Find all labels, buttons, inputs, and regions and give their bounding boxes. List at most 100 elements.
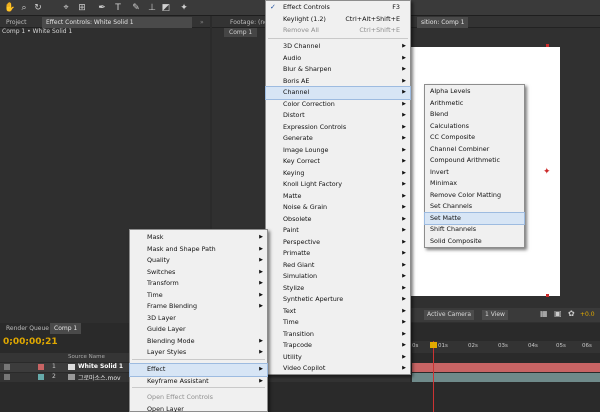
stamp-icon[interactable]: ⊥ [146, 2, 158, 14]
hand-icon[interactable]: ✋ [4, 2, 16, 14]
menu-item-layer-styles[interactable]: Layer Styles ▶ [130, 347, 267, 359]
menu-item-key-correct[interactable]: Key Correct ▶ [266, 156, 410, 168]
visibility-icon[interactable] [4, 364, 10, 370]
menu-item-distort[interactable]: Distort ▶ [266, 110, 410, 122]
menu-item-time[interactable]: Time ▶ [266, 317, 410, 329]
pan-icon[interactable]: ⊞ [76, 2, 88, 14]
menu-item-synthetic-aperture[interactable]: Synthetic Aperture ▶ [266, 294, 410, 306]
menu-item-frame-blending[interactable]: Frame Blending ▶ [130, 301, 267, 313]
menu-item-keylight[interactable]: Keylight (1.2) Ctrl+Alt+Shift+E [266, 14, 410, 26]
playhead[interactable] [433, 341, 434, 412]
menu-item-set-channels[interactable]: Set Channels [425, 201, 524, 213]
menu-item-solid-composite[interactable]: Solid Composite [425, 236, 524, 248]
menu-item-channel[interactable]: Channel ▶ [265, 86, 411, 100]
menu-item-shift-channels[interactable]: Shift Channels [425, 224, 524, 236]
playhead-handle[interactable] [430, 342, 437, 348]
menu-item-calculations[interactable]: Calculations [425, 121, 524, 133]
panel-menu-icon[interactable]: » [196, 17, 208, 28]
menu-item-expression-controls[interactable]: Expression Controls ▶ [266, 122, 410, 134]
menu-item-open-layer[interactable]: Open Layer [130, 404, 267, 412]
tab-render-queue[interactable]: Render Queue [2, 323, 53, 334]
menu-item-channel-combiner[interactable]: Channel Combiner [425, 144, 524, 156]
menu-item-paint[interactable]: Paint ▶ [266, 225, 410, 237]
menu-item-utility[interactable]: Utility ▶ [266, 352, 410, 364]
submenu-arrow-icon: ▶ [259, 291, 263, 298]
menu-item-minimax[interactable]: Minimax [425, 178, 524, 190]
menu-item-audio[interactable]: Audio ▶ [266, 53, 410, 65]
zoom-icon[interactable]: ⌕ [18, 2, 30, 14]
menu-item-primatte[interactable]: Primatte ▶ [266, 248, 410, 260]
menu-item-red-giant[interactable]: Red Giant ▶ [266, 260, 410, 272]
views-dropdown[interactable]: 1 View [482, 310, 508, 320]
brush-icon[interactable]: ✎ [130, 2, 142, 14]
rotate-icon[interactable]: ↻ [32, 2, 44, 14]
menu-item-3d-layer[interactable]: 3D Layer [130, 313, 267, 325]
menu-item-compound-arithmetic[interactable]: Compound Arithmetic [425, 155, 524, 167]
tab-comp-1[interactable]: Comp 1 [50, 323, 82, 334]
exposure-icon[interactable]: ✿ [568, 309, 575, 318]
submenu-arrow-icon: ▶ [402, 307, 406, 314]
menu-item-arithmetic[interactable]: Arithmetic [425, 98, 524, 110]
menu-item-boris-ae[interactable]: Boris AE ▶ [266, 76, 410, 88]
menu-item-set-matte[interactable]: Set Matte [424, 211, 525, 225]
eraser-icon[interactable]: ◩ [160, 2, 172, 14]
layer-name[interactable]: White Solid 1 [78, 363, 123, 370]
menu-item-generate[interactable]: Generate ▶ [266, 133, 410, 145]
menu-item-time[interactable]: Time ▶ [130, 290, 267, 302]
pen-icon[interactable]: ✒ [96, 2, 108, 14]
label-color-swatch[interactable] [38, 364, 44, 370]
menu-item-transition[interactable]: Transition ▶ [266, 329, 410, 341]
menu-item-invert[interactable]: Invert [425, 167, 524, 179]
menu-item-blending-mode[interactable]: Blending Mode ▶ [130, 336, 267, 348]
tab-effect-controls[interactable]: Effect Controls: White Solid 1 [42, 17, 192, 28]
menu-item-transform[interactable]: Transform ▶ [130, 278, 267, 290]
camera-icon[interactable]: ⌖ [60, 2, 72, 14]
time-ruler[interactable]: 0s 01s 02s 03s 04s 05s 06s [412, 341, 600, 353]
menu-item-knoll-light-factory[interactable]: Knoll Light Factory ▶ [266, 179, 410, 191]
menu-item-keyframe-assistant[interactable]: Keyframe Assistant ▶ [130, 376, 267, 388]
label-color-swatch[interactable] [38, 374, 44, 380]
menu-item-perspective[interactable]: Perspective ▶ [266, 237, 410, 249]
submenu-arrow-icon: ▶ [402, 43, 406, 49]
menu-item-open-effect-controls[interactable]: Open Effect Controls [130, 392, 267, 404]
menu-item-3d-channel[interactable]: 3D Channel ▶ [266, 41, 410, 53]
menu-item-stylize[interactable]: Stylize ▶ [266, 283, 410, 295]
layer-duration-bar[interactable] [412, 363, 600, 372]
visibility-icon[interactable] [4, 374, 10, 380]
menu-item-obsolete[interactable]: Obsolete ▶ [266, 214, 410, 226]
exposure-value[interactable]: +0.0 [580, 311, 595, 318]
menu-item-simulation[interactable]: Simulation ▶ [266, 271, 410, 283]
menu-item-blend[interactable]: Blend [425, 109, 524, 121]
menu-item-quality[interactable]: Quality ▶ [130, 255, 267, 267]
menu-item-video-copilot[interactable]: Video Copilot ▶ [266, 363, 410, 375]
menu-item-color-correction[interactable]: Color Correction ▶ [266, 99, 410, 111]
menu-item-image-lounge[interactable]: Image Lounge ▶ [266, 145, 410, 157]
layer-duration-bar[interactable] [412, 373, 600, 382]
menu-item-keying[interactable]: Keying ▶ [266, 168, 410, 180]
menu-item-mask[interactable]: Mask ▶ [130, 232, 267, 244]
tab-composition[interactable]: sition: Comp 1 [417, 17, 469, 28]
menu-item-effect[interactable]: Effect ▶ [129, 363, 268, 377]
menu-item-switches[interactable]: Switches ▶ [130, 267, 267, 279]
menu-item-matte[interactable]: Matte ▶ [266, 191, 410, 203]
menu-item-noise-grain[interactable]: Noise & Grain ▶ [266, 202, 410, 214]
menu-item-alpha-levels[interactable]: Alpha Levels [425, 86, 524, 98]
camera-dropdown[interactable]: Active Camera [424, 310, 475, 320]
text-icon[interactable]: T [112, 2, 124, 14]
menu-item-mask-and-shape-path[interactable]: Mask and Shape Path ▶ [130, 244, 267, 256]
menu-item-text[interactable]: Text ▶ [266, 306, 410, 318]
menu-item-blur-sharpen[interactable]: Blur & Sharpen ▶ [266, 64, 410, 76]
view-icon[interactable]: ▣ [554, 309, 562, 318]
timecode[interactable]: 0;00;00;21 [3, 337, 58, 347]
layer-name[interactable]: 그로마소스.mov [78, 373, 121, 382]
menu-item-remove-color-matting[interactable]: Remove Color Matting [425, 190, 524, 202]
tab-project[interactable]: Project [2, 17, 31, 28]
menu-item-cc-composite[interactable]: CC Composite [425, 132, 524, 144]
menu-item-trapcode[interactable]: Trapcode ▶ [266, 340, 410, 352]
puppet-icon[interactable]: ✦ [178, 2, 190, 14]
footage-comp-subtab[interactable]: Comp 1 [224, 28, 258, 37]
menu-item-remove-all[interactable]: Remove All Ctrl+Shift+E [266, 25, 410, 37]
grid-icon[interactable]: ▦ [540, 309, 548, 318]
menu-item-guide-layer[interactable]: Guide Layer [130, 324, 267, 336]
menu-item-effect-controls[interactable]: ✓ Effect Controls F3 [266, 2, 410, 14]
